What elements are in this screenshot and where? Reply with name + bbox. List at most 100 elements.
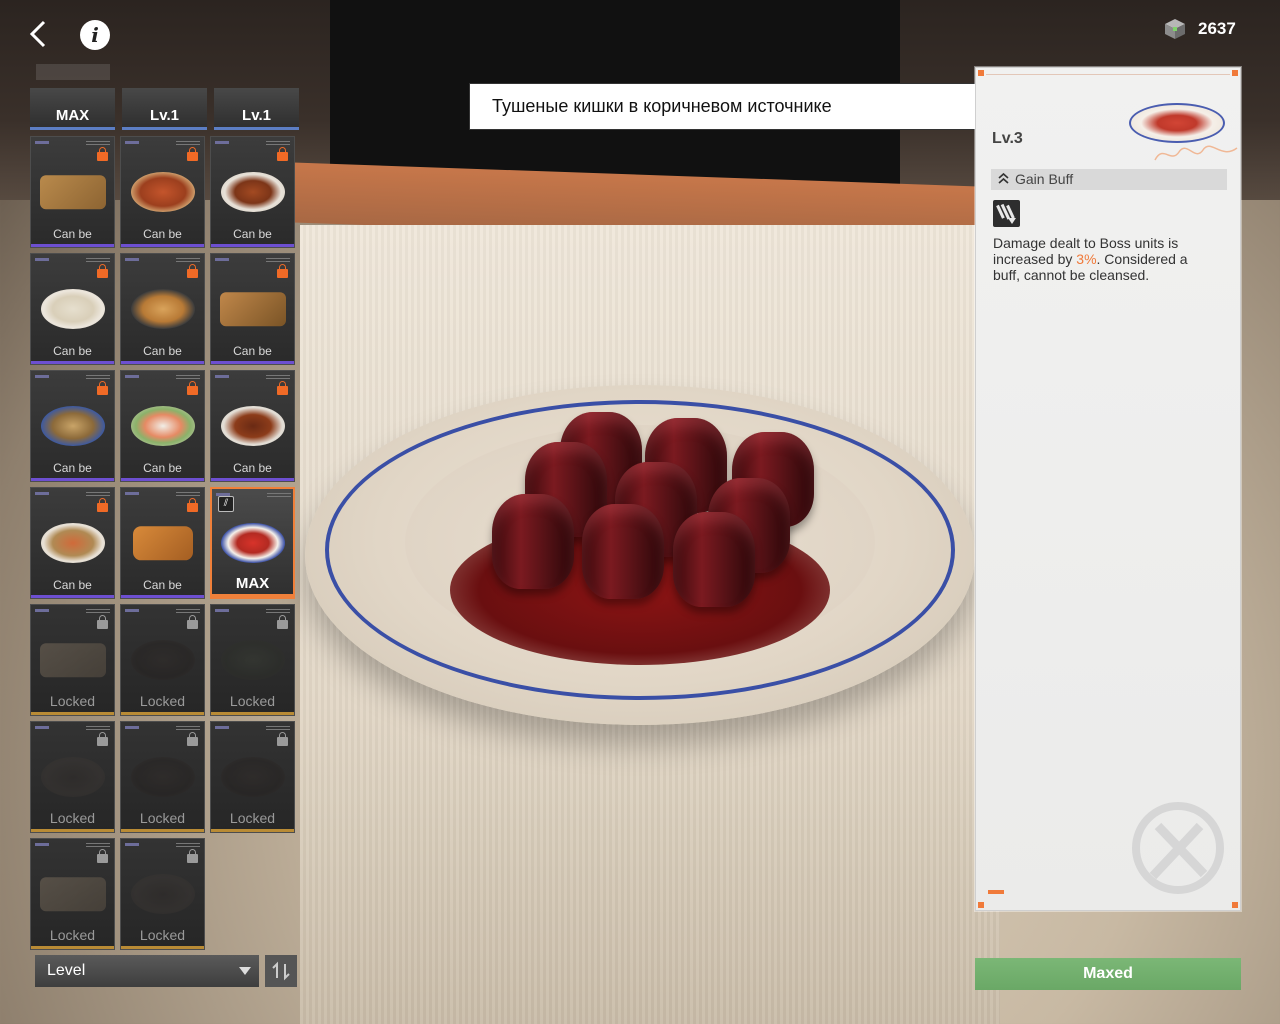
- dish-card[interactable]: Locked: [120, 838, 205, 950]
- card-fine-print: [86, 141, 110, 147]
- card-rarity-mark: [35, 609, 49, 612]
- card-rarity-mark: [35, 492, 49, 495]
- card-fine-print: [176, 843, 200, 849]
- lock-icon: [187, 615, 198, 629]
- dish-card[interactable]: Can be: [30, 370, 115, 482]
- card-rarity-mark: [35, 843, 49, 846]
- card-rarity-mark: [215, 375, 229, 378]
- lock-icon: [187, 381, 198, 395]
- dish-grid: Can be Can be Can be Can be Can be Can be Can …: [30, 136, 300, 950]
- card-status-label: Can be: [53, 227, 92, 241]
- info-button[interactable]: i: [80, 20, 110, 50]
- card-status-label: Locked: [229, 693, 276, 709]
- dish-card[interactable]: Locked: [210, 604, 295, 716]
- dish-image: [39, 877, 106, 912]
- card-status-label: Can be: [233, 461, 272, 475]
- card-fine-print: [86, 609, 110, 615]
- maxed-button[interactable]: Maxed: [975, 958, 1241, 990]
- card-fine-print: [86, 375, 110, 381]
- dish-card[interactable]: Can be: [210, 253, 295, 365]
- dish-card[interactable]: Locked: [30, 604, 115, 716]
- card-status-label: Locked: [229, 810, 276, 826]
- dish-card[interactable]: ⫽ MAX: [210, 487, 295, 599]
- dish-card[interactable]: Locked: [120, 604, 205, 716]
- lock-icon: [97, 849, 108, 863]
- sort-dropdown[interactable]: Level: [35, 955, 259, 987]
- dish-card[interactable]: Can be: [30, 136, 115, 248]
- lock-icon: [97, 264, 108, 278]
- lock-icon: [97, 498, 108, 512]
- dish-image: [130, 874, 195, 915]
- dish-card[interactable]: Locked: [30, 838, 115, 950]
- dish-card[interactable]: Locked: [210, 721, 295, 833]
- lock-icon: [277, 732, 288, 746]
- sort-arrows-icon: [272, 961, 290, 981]
- top-card-level-2[interactable]: Lv.1: [214, 88, 299, 130]
- lock-icon: [187, 264, 198, 278]
- dish-image: [220, 640, 285, 681]
- dish-image: [39, 175, 106, 210]
- card-rarity-mark: [125, 258, 139, 261]
- top-card-level-0[interactable]: MAX: [30, 88, 115, 130]
- damage-buff-icon: [993, 200, 1020, 227]
- cube-icon: [1164, 18, 1186, 40]
- buff-description: Damage dealt to Boss units is increased …: [993, 235, 1188, 283]
- card-status-label: Can be: [53, 344, 92, 358]
- card-status-label: Locked: [139, 810, 186, 826]
- dish-image: [39, 643, 106, 678]
- card-rarity-mark: [125, 375, 139, 378]
- dish-image: [40, 757, 105, 798]
- card-status-label: MAX: [235, 575, 270, 592]
- card-rarity-mark: [215, 141, 229, 144]
- card-rarity-mark: [125, 141, 139, 144]
- card-status-label: Locked: [139, 927, 186, 943]
- dish-level: Lv.3: [992, 130, 1023, 147]
- card-status-label: Locked: [49, 927, 96, 943]
- dish-card[interactable]: Can be: [30, 253, 115, 365]
- dish-thumbnail: [1129, 103, 1225, 143]
- dish-card[interactable]: Locked: [120, 721, 205, 833]
- buff-header: Gain Buff: [991, 169, 1227, 190]
- card-rarity-mark: [215, 726, 229, 729]
- lock-icon: [277, 264, 288, 278]
- card-status-label: Can be: [233, 344, 272, 358]
- sort-label: Level: [47, 962, 86, 979]
- intestine-piece: [492, 494, 574, 589]
- buff-value: 3%: [1076, 251, 1097, 267]
- currency-display: 2637: [1164, 14, 1264, 44]
- dish-card[interactable]: Can be: [120, 487, 205, 599]
- lock-icon: [97, 615, 108, 629]
- panel-corner: [1232, 70, 1238, 76]
- back-button[interactable]: [18, 14, 58, 54]
- top-card-level-1[interactable]: Lv.1: [122, 88, 207, 130]
- dish-image: [40, 406, 105, 447]
- chevron-down-icon: [239, 967, 251, 975]
- dish-card[interactable]: Can be: [120, 370, 205, 482]
- sort-order-button[interactable]: [265, 955, 297, 987]
- buff-title: Gain Buff: [1015, 171, 1074, 187]
- lock-icon: [277, 381, 288, 395]
- lock-icon: [187, 147, 198, 161]
- card-fine-print: [176, 375, 200, 381]
- dish-card[interactable]: Can be: [210, 370, 295, 482]
- dish-card[interactable]: Locked: [30, 721, 115, 833]
- dish-image: [40, 523, 105, 564]
- panel-corner: [1232, 902, 1238, 908]
- lock-icon: [97, 147, 108, 161]
- dish-image: [220, 172, 285, 213]
- card-fine-print: [176, 726, 200, 732]
- dish-card[interactable]: Can be: [120, 136, 205, 248]
- card-fine-print: [176, 492, 200, 498]
- dish-info-panel: Lv.3 Gain Buff Damage dealt to Boss unit…: [975, 67, 1241, 911]
- card-fine-print: [266, 141, 290, 147]
- card-rarity-mark: [35, 375, 49, 378]
- dish-card[interactable]: Can be: [120, 253, 205, 365]
- card-rarity-mark: [125, 492, 139, 495]
- card-fine-print: [86, 726, 110, 732]
- lock-icon: [97, 381, 108, 395]
- dish-card[interactable]: Can be: [210, 136, 295, 248]
- dish-image: [220, 406, 285, 447]
- dish-image: [40, 289, 105, 330]
- dish-card[interactable]: Can be: [30, 487, 115, 599]
- dish-image: [130, 289, 195, 330]
